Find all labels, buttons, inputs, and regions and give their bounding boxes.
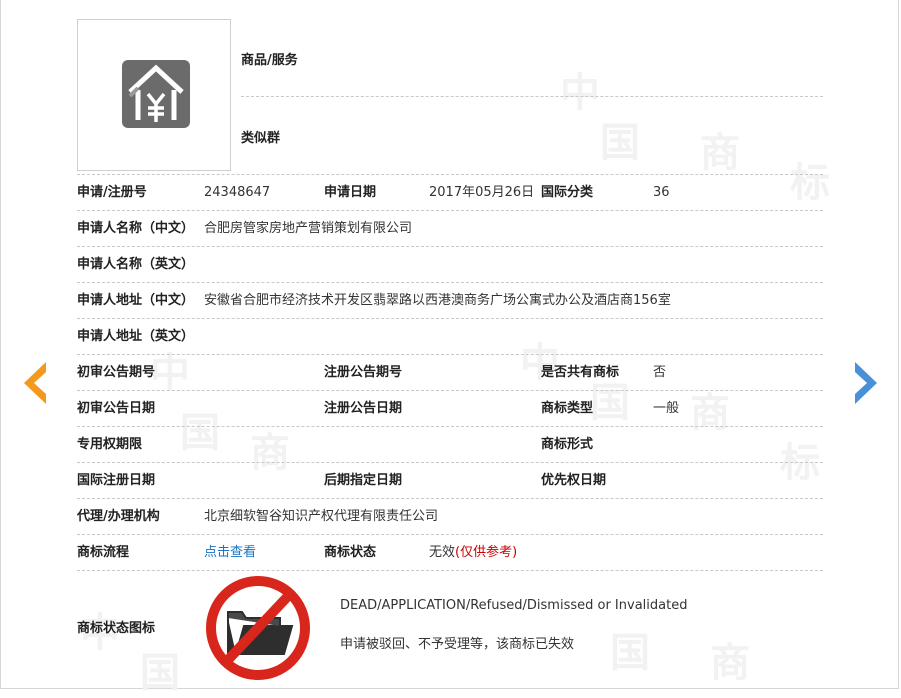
forbidden-folder-icon	[206, 576, 310, 680]
divider	[77, 139, 823, 175]
reg-no-label: 申请/注册号	[77, 185, 147, 200]
chevron-right-icon[interactable]	[853, 360, 883, 406]
info-row: 专用权期限 商标形式	[77, 427, 823, 463]
apply-date-value: 2017年05月26日	[429, 185, 535, 200]
divider	[241, 96, 823, 97]
process-link[interactable]: 点击查看	[204, 535, 256, 570]
reg-pub-date-label: 注册公告日期	[324, 401, 403, 416]
tm-type-label: 商标类型	[541, 401, 594, 416]
shared-value: 否	[653, 365, 667, 380]
intl-reg-date-label: 国际注册日期	[77, 473, 156, 488]
agent-value: 北京细软智谷知识产权代理有限责任公司	[204, 509, 439, 524]
info-row: 申请人地址（英文）	[77, 319, 823, 355]
priority-date-label: 优先权日期	[541, 473, 607, 488]
status-icon-label: 商标状态图标	[77, 621, 156, 636]
goods-services-label: 商品/服务	[241, 53, 298, 68]
applicant-en-label: 申请人名称（英文）	[77, 257, 195, 272]
info-row: 商标流程 点击查看 商标状态 无效(仅供参考)	[77, 535, 823, 571]
exclusive-period-label: 专用权期限	[77, 437, 143, 452]
address-cn-value: 安徽省合肥市经济技术开发区翡翠路以西港澳商务广场公寓式办公及酒店商156室	[204, 293, 671, 308]
prelim-pub-no-label: 初审公告期号	[77, 365, 156, 380]
address-cn-label: 申请人地址（中文）	[77, 293, 195, 308]
status-description-cn: 申请被驳回、不予受理等，该商标已失效	[340, 637, 575, 652]
info-row: 初审公告日期 注册公告日期 商标类型 一般	[77, 391, 823, 427]
info-row: 申请/注册号 24348647 申请日期 2017年05月26日 国际分类 36	[77, 175, 823, 211]
chevron-left-icon[interactable]	[18, 360, 48, 406]
reg-pub-no-label: 注册公告期号	[324, 365, 403, 380]
reg-no-value: 24348647	[204, 185, 271, 200]
info-row: 商标状态图标	[77, 571, 823, 689]
status-value-group: 无效(仅供参考)	[429, 535, 517, 570]
status-value: 无效	[429, 545, 456, 560]
process-label: 商标流程	[77, 545, 130, 560]
tm-form-label: 商标形式	[541, 437, 594, 452]
intl-class-label: 国际分类	[541, 185, 594, 200]
address-en-label: 申请人地址（英文）	[77, 329, 195, 344]
info-row: 初审公告期号 注册公告期号 是否共有商标 否	[77, 355, 823, 391]
tm-type-value: 一般	[653, 401, 680, 416]
info-row: 代理/办理机构 北京细软智谷知识产权代理有限责任公司	[77, 499, 823, 535]
info-row: 申请人名称（中文） 合肥房管家房地产营销策划有限公司	[77, 211, 823, 247]
intl-class-value: 36	[653, 185, 670, 200]
status-label: 商标状态	[324, 545, 377, 560]
status-description-en: DEAD/APPLICATION/Refused/Dismissed or In…	[340, 598, 688, 613]
prelim-pub-date-label: 初审公告日期	[77, 401, 156, 416]
applicant-cn-label: 申请人名称（中文）	[77, 221, 195, 236]
info-row: 国际注册日期 后期指定日期 优先权日期	[77, 463, 823, 499]
agent-label: 代理/办理机构	[77, 509, 160, 524]
house-yen-icon	[122, 60, 190, 128]
applicant-cn-value: 合肥房管家房地产营销策划有限公司	[204, 221, 413, 236]
info-row: 申请人地址（中文） 安徽省合肥市经济技术开发区翡翠路以西港澳商务广场公寓式办公及…	[77, 283, 823, 319]
apply-date-label: 申请日期	[324, 185, 377, 200]
shared-label: 是否共有商标	[541, 365, 620, 380]
info-row: 申请人名称（英文）	[77, 247, 823, 283]
status-note: (仅供参考)	[455, 545, 518, 560]
later-date-label: 后期指定日期	[324, 473, 403, 488]
